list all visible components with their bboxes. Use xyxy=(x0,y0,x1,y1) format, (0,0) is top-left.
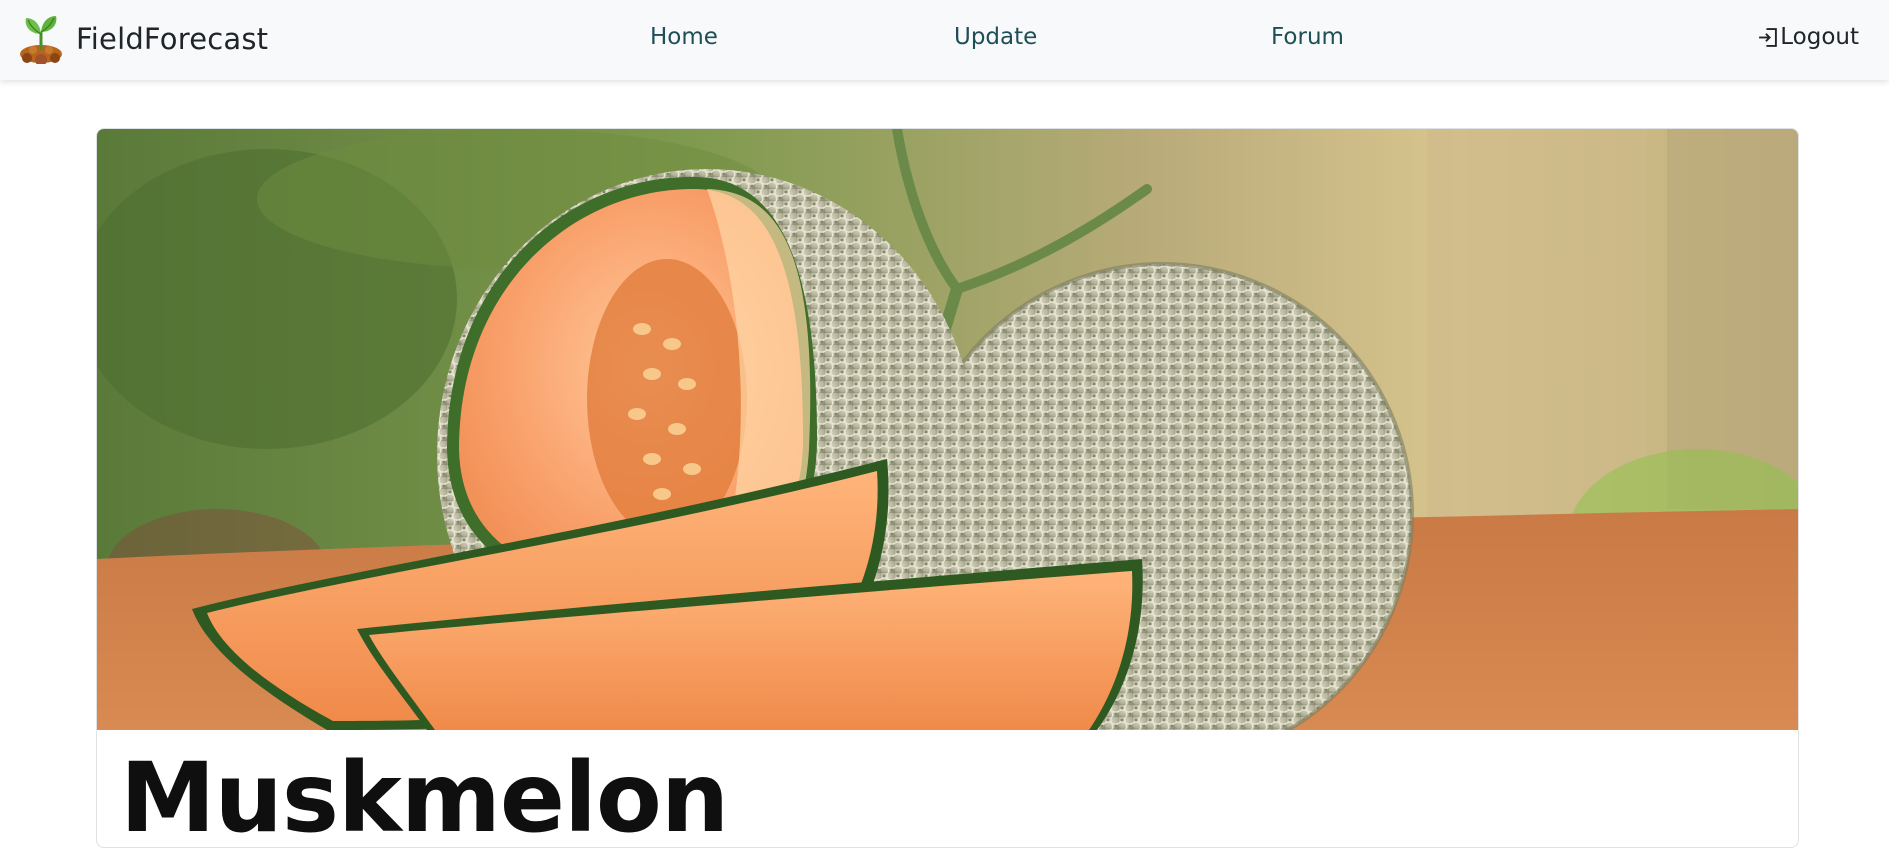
logout-icon xyxy=(1759,27,1778,47)
nav-home-link[interactable]: Home xyxy=(650,24,718,50)
top-navbar: FieldForecast Home Update Forum Logout xyxy=(0,0,1889,80)
logout-label: Logout xyxy=(1780,24,1859,50)
nav-update-link[interactable]: Update xyxy=(954,24,1037,50)
crop-card: Muskmelon xyxy=(96,128,1799,848)
logout-button[interactable]: Logout xyxy=(1757,24,1859,50)
crop-title: Muskmelon xyxy=(120,742,729,848)
sprout-icon xyxy=(20,16,62,64)
brand-name: FieldForecast xyxy=(76,22,269,56)
muskmelon-image xyxy=(97,129,1798,730)
brand-link[interactable]: FieldForecast xyxy=(18,14,268,64)
nav-forum-link[interactable]: Forum xyxy=(1271,24,1344,50)
